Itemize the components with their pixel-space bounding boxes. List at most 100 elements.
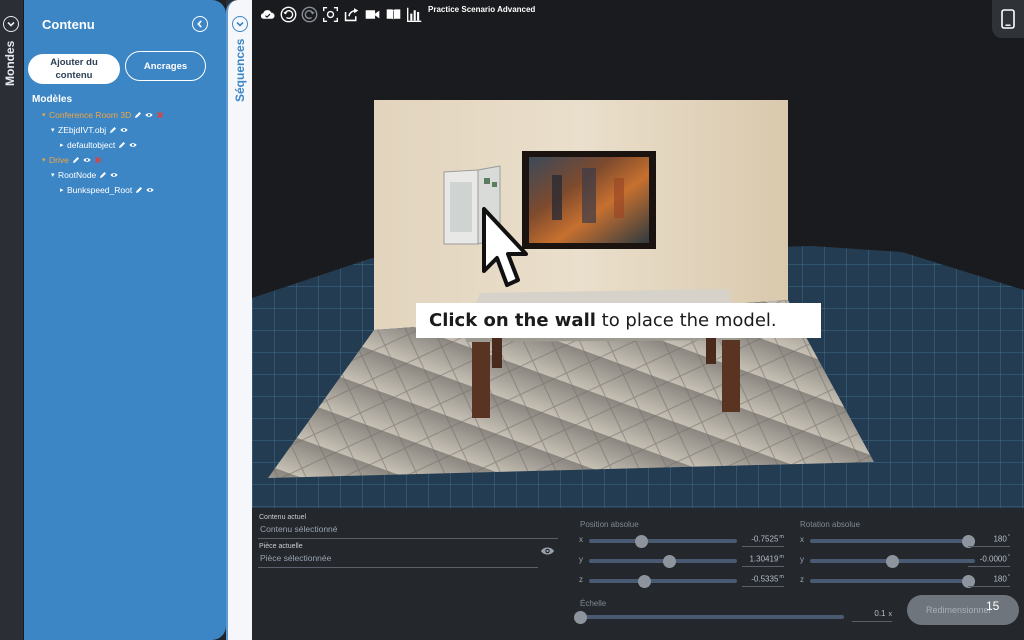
sequences-label[interactable]: Séquences <box>233 39 247 102</box>
content-panel-title: Contenu <box>42 17 95 32</box>
rotation-value-field[interactable]: 180° <box>968 574 1010 584</box>
current-room-label: Pièce actuelle <box>259 543 303 550</box>
anchors-button[interactable]: Ancrages <box>125 51 206 81</box>
tooltip-text: to place the model. <box>595 310 777 331</box>
stats-icon[interactable] <box>405 5 423 23</box>
rotation-unit: ° <box>1007 554 1010 560</box>
tree-item-label[interactable]: Conference Room 3D <box>49 110 131 120</box>
edit-icon[interactable] <box>72 156 80 164</box>
caret-down-icon[interactable]: ▾ <box>51 171 58 179</box>
device-preview-button[interactable] <box>992 0 1024 38</box>
position-value: 1.30419 <box>749 554 779 564</box>
rotation-value: 180 <box>993 534 1007 544</box>
tree-item-label[interactable]: ZEbjdIVT.obj <box>58 125 106 135</box>
visibility-icon[interactable] <box>145 111 153 119</box>
delete-icon[interactable] <box>156 111 164 119</box>
smartphone-icon <box>1001 9 1015 29</box>
rotation-label: Rotation absolue <box>800 520 861 529</box>
scale-slider-handle[interactable] <box>574 610 587 624</box>
visibility-icon[interactable] <box>129 141 137 149</box>
scale-label: Échelle <box>580 599 607 608</box>
visibility-icon[interactable] <box>110 171 118 179</box>
caret-right-icon[interactable]: ▸ <box>60 141 67 149</box>
edit-icon[interactable] <box>99 171 107 179</box>
scale-slider-track[interactable] <box>580 615 844 619</box>
eye-icon[interactable] <box>540 546 555 556</box>
position-slider-track[interactable] <box>589 579 737 583</box>
rotation-value-field[interactable]: -0.0000° <box>968 554 1010 564</box>
tooltip-bold-text: Click on the wall <box>429 310 596 331</box>
sequences-expand-icon[interactable] <box>232 16 248 32</box>
add-content-button[interactable]: Ajouter du contenu <box>28 54 120 84</box>
visibility-icon[interactable] <box>146 186 154 194</box>
position-value: -0.5335 <box>751 574 779 584</box>
book-icon[interactable] <box>384 5 402 23</box>
caret-down-icon[interactable]: ▾ <box>42 156 49 164</box>
current-content-value[interactable]: Contenu sélectionné <box>260 524 338 534</box>
3d-viewport[interactable]: Practice Scenario Advanced Click on the … <box>252 0 1024 508</box>
position-value-underline <box>742 566 784 567</box>
rotation-value: -0.0000 <box>979 554 1007 564</box>
rotation-value-underline <box>968 546 1010 547</box>
tree-item[interactable]: ▾ ZEbjdIVT.obj <box>51 125 128 135</box>
edit-icon[interactable] <box>109 126 117 134</box>
tree-item-label[interactable]: Drive <box>49 155 69 165</box>
visibility-icon[interactable] <box>120 126 128 134</box>
app-root: Mondes Contenu Ajouter du contenu Ancrag… <box>0 0 1024 640</box>
mondes-sidebar[interactable]: Mondes <box>0 0 24 640</box>
current-content-label: Contenu actuel <box>259 514 307 521</box>
tree-item-label[interactable]: RootNode <box>58 170 96 180</box>
edit-icon[interactable] <box>118 141 126 149</box>
sequences-tab[interactable]: Séquences <box>226 0 252 640</box>
position-value-field[interactable]: -0.5335m <box>742 574 784 584</box>
position-value-underline <box>742 586 784 587</box>
position-value-field[interactable]: 1.30419m <box>742 554 784 564</box>
mondes-expand-icon[interactable] <box>3 16 19 32</box>
edit-icon[interactable] <box>134 111 142 119</box>
edit-icon[interactable] <box>135 186 143 194</box>
rotation-value-underline <box>968 586 1010 587</box>
rotation-slider-handle[interactable] <box>886 554 899 568</box>
position-slider-handle[interactable] <box>634 534 648 548</box>
position-slider-track[interactable] <box>589 539 737 543</box>
caret-right-icon[interactable]: ▸ <box>60 186 67 194</box>
rotation-slider-track[interactable] <box>810 579 975 583</box>
rotation-value-underline <box>968 566 1010 567</box>
rotation-value-field[interactable]: 180° <box>968 534 1010 544</box>
scale-value-underline <box>852 621 892 622</box>
resize-button[interactable]: Redimensionner <box>907 595 1019 625</box>
current-room-value[interactable]: Pièce sélectionnée <box>260 553 331 563</box>
rotation-unit: ° <box>1007 574 1010 580</box>
rotation-slider-track[interactable] <box>810 539 975 543</box>
tree-item[interactable]: ▾ RootNode <box>51 170 118 180</box>
tree-item[interactable]: ▸ Bunkspeed_Root <box>60 185 154 195</box>
position-value-field[interactable]: -0.7525m <box>742 534 784 544</box>
undo-icon[interactable] <box>279 5 297 23</box>
position-unit: m <box>779 534 784 540</box>
caret-down-icon[interactable]: ▾ <box>51 126 58 134</box>
position-slider-handle[interactable] <box>637 574 651 588</box>
mondes-label[interactable]: Mondes <box>3 41 17 86</box>
delete-icon[interactable] <box>94 156 102 164</box>
tree-item[interactable]: ▾ Conference Room 3D <box>42 110 164 120</box>
collapse-panel-icon[interactable] <box>192 16 208 32</box>
position-slider-handle[interactable] <box>663 554 677 568</box>
share-icon[interactable] <box>342 5 360 23</box>
tree-item[interactable]: ▾ Drive <box>42 155 102 165</box>
caret-down-icon[interactable]: ▾ <box>42 111 49 119</box>
page-number: 15 <box>986 599 1000 613</box>
redo-icon[interactable] <box>300 5 318 23</box>
scale-value-field[interactable]: 0.1 x <box>852 609 892 618</box>
position-value: -0.7525 <box>751 534 779 544</box>
sequences-sidebar[interactable]: Séquences <box>226 0 252 640</box>
current-room-underline <box>258 567 538 568</box>
focus-icon[interactable] <box>321 5 339 23</box>
visibility-icon[interactable] <box>83 156 91 164</box>
top-toolbar <box>258 4 423 24</box>
cloud-save-icon[interactable] <box>258 5 276 23</box>
tree-item[interactable]: ▸ defaultobject <box>60 140 137 150</box>
tree-item-label[interactable]: defaultobject <box>67 140 115 150</box>
tree-item-label[interactable]: Bunkspeed_Root <box>67 185 132 195</box>
room-scene[interactable] <box>252 0 1024 508</box>
video-icon[interactable] <box>363 5 381 23</box>
